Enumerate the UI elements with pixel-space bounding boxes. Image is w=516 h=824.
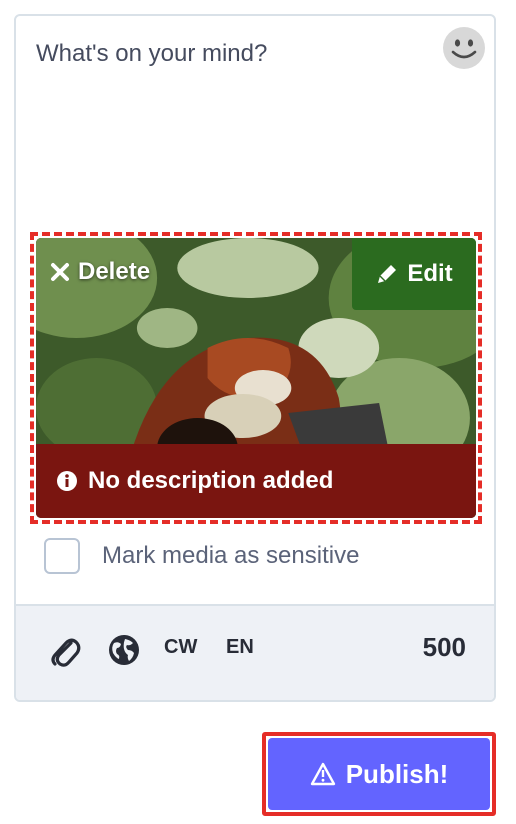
- smiley-face-icon: [443, 27, 485, 69]
- edit-label: Edit: [407, 260, 453, 287]
- attach-media-button[interactable]: [50, 634, 82, 670]
- emoji-picker-button[interactable]: [442, 26, 486, 70]
- sensitive-label: Mark media as sensitive: [102, 542, 360, 569]
- media-description-warning[interactable]: No description added: [36, 444, 476, 518]
- publish-button[interactable]: Publish!: [268, 738, 490, 810]
- character-counter: 500: [422, 632, 466, 662]
- edit-media-button[interactable]: Edit: [352, 238, 476, 310]
- sensitive-checkbox[interactable]: [44, 538, 80, 574]
- delete-media-button[interactable]: Delete: [50, 258, 150, 286]
- info-circle-icon: [57, 471, 77, 491]
- media-attachment-highlight: Delete Edit No description added: [30, 232, 482, 524]
- publish-label: Publish!: [345, 758, 449, 789]
- globe-icon: [109, 635, 139, 665]
- publish-highlight: Publish!: [262, 732, 496, 816]
- compose-toolbar: CW EN 500: [16, 604, 494, 700]
- warning-triangle-icon: [310, 762, 335, 786]
- delete-label: Delete: [78, 258, 151, 285]
- content-warning-button[interactable]: CW: [164, 636, 197, 659]
- close-x-icon: [51, 263, 69, 281]
- language-button[interactable]: EN: [226, 636, 254, 659]
- media-attachment[interactable]: Delete Edit No description added: [36, 238, 476, 518]
- compose-form: Delete Edit No description added Ma: [14, 14, 496, 702]
- sensitive-toggle[interactable]: Mark media as sensitive: [44, 538, 359, 574]
- compose-textarea[interactable]: [36, 40, 436, 68]
- privacy-button[interactable]: [108, 634, 140, 666]
- pencil-icon: [378, 265, 397, 283]
- description-status-text: No description added: [88, 467, 334, 494]
- paperclip-icon: [51, 638, 81, 667]
